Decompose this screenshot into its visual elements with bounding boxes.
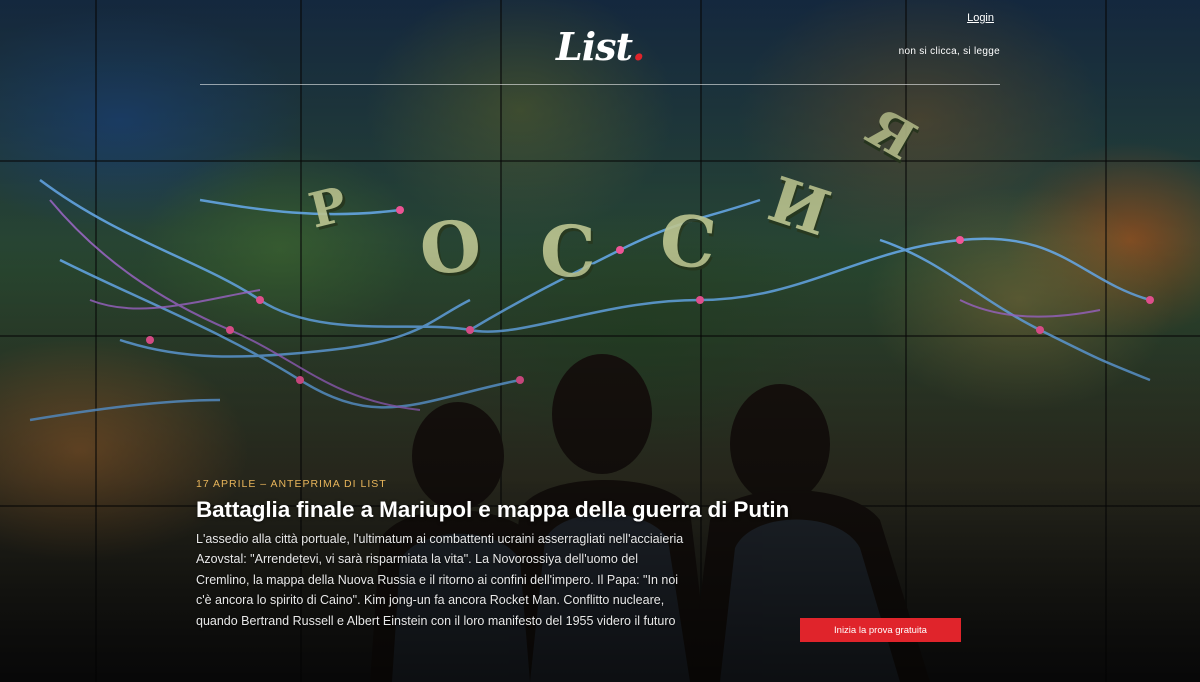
login-link[interactable]: Login [967, 12, 994, 24]
article-headline[interactable]: Battaglia finale a Mariupol e mappa dell… [196, 497, 789, 523]
map-letter: О [415, 203, 486, 292]
article-kicker: 17 aprile – anteprima di List [196, 478, 387, 490]
site-header: List. Login non si clicca, si legge [0, 0, 1200, 90]
logo-text: List [556, 24, 633, 69]
map-letter: С [655, 197, 720, 286]
featured-article: 17 aprile – anteprima di List Battaglia … [196, 478, 789, 631]
site-tagline: non si clicca, si legge [898, 46, 1000, 57]
start-free-trial-button[interactable]: Inizia la prova gratuita [800, 618, 961, 642]
article-summary: L'assedio alla città portuale, l'ultimat… [196, 532, 684, 628]
map-letter: И [760, 162, 839, 251]
map-letter: Я [855, 96, 927, 173]
logo-dot: . [632, 24, 645, 69]
map-letter: Р [303, 176, 353, 240]
site-logo[interactable]: List. [556, 24, 645, 69]
map-letter: С [540, 210, 596, 293]
header-divider [200, 84, 1000, 85]
